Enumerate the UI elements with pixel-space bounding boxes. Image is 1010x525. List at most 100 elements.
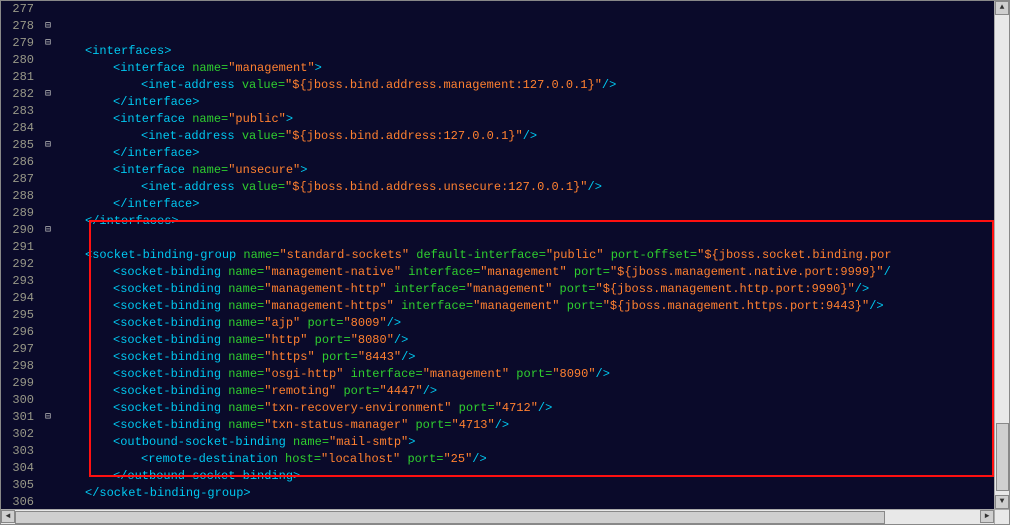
- scrollbar-corner: [994, 509, 1009, 524]
- code-line[interactable]: [57, 230, 1009, 247]
- fold-marker[interactable]: [39, 290, 57, 307]
- line-number: 279: [1, 35, 34, 52]
- line-number: 288: [1, 188, 34, 205]
- line-number: 278: [1, 18, 34, 35]
- code-line[interactable]: </interfaces>: [57, 213, 1009, 230]
- fold-marker[interactable]: [39, 188, 57, 205]
- fold-marker[interactable]: ⊟: [39, 409, 57, 426]
- line-number: 289: [1, 205, 34, 222]
- fold-marker[interactable]: [39, 52, 57, 69]
- fold-marker[interactable]: [39, 171, 57, 188]
- code-line[interactable]: <socket-binding name="txn-recovery-envir…: [57, 400, 1009, 417]
- fold-marker[interactable]: [39, 205, 57, 222]
- vertical-scroll-thumb[interactable]: [996, 423, 1009, 491]
- code-line[interactable]: </interface>: [57, 196, 1009, 213]
- line-number: 299: [1, 375, 34, 392]
- code-line[interactable]: <inet-address value="${jboss.bind.addres…: [57, 128, 1009, 145]
- line-number: 292: [1, 256, 34, 273]
- line-number-gutter: 2772782792802812822832842852862872882892…: [1, 1, 39, 509]
- code-editor[interactable]: 2772782792802812822832842852862872882892…: [1, 1, 1009, 509]
- line-number: 286: [1, 154, 34, 171]
- line-number: 283: [1, 103, 34, 120]
- vertical-scrollbar[interactable]: ▲ ▼: [994, 1, 1009, 509]
- fold-marker[interactable]: [39, 154, 57, 171]
- code-line[interactable]: <interface name="public">: [57, 111, 1009, 128]
- code-line[interactable]: </socket-binding-group>: [57, 485, 1009, 502]
- code-line[interactable]: [57, 502, 1009, 509]
- fold-marker[interactable]: [39, 103, 57, 120]
- scroll-down-arrow-icon[interactable]: ▼: [995, 495, 1009, 509]
- code-line[interactable]: <outbound-socket-binding name="mail-smtp…: [57, 434, 1009, 451]
- fold-marker[interactable]: [39, 443, 57, 460]
- fold-marker[interactable]: ⊟: [39, 35, 57, 52]
- horizontal-scroll-thumb[interactable]: [15, 511, 885, 524]
- line-number: 298: [1, 358, 34, 375]
- code-area[interactable]: <interfaces><interface name="management"…: [57, 1, 1009, 509]
- code-line[interactable]: <interface name="unsecure">: [57, 162, 1009, 179]
- fold-marker[interactable]: ⊟: [39, 86, 57, 103]
- code-line[interactable]: <socket-binding name="management-https" …: [57, 298, 1009, 315]
- fold-marker[interactable]: ⊟: [39, 137, 57, 154]
- line-number: 306: [1, 494, 34, 509]
- fold-marker[interactable]: [39, 375, 57, 392]
- line-number: 305: [1, 477, 34, 494]
- fold-marker[interactable]: [39, 426, 57, 443]
- scroll-right-arrow-icon[interactable]: ►: [980, 510, 994, 523]
- code-line[interactable]: <inet-address value="${jboss.bind.addres…: [57, 179, 1009, 196]
- scroll-left-arrow-icon[interactable]: ◄: [1, 510, 15, 523]
- line-number: 295: [1, 307, 34, 324]
- fold-marker[interactable]: [39, 307, 57, 324]
- line-number: 277: [1, 1, 34, 18]
- fold-marker[interactable]: [39, 494, 57, 509]
- fold-marker[interactable]: [39, 239, 57, 256]
- line-number: 300: [1, 392, 34, 409]
- line-number: 294: [1, 290, 34, 307]
- line-number: 303: [1, 443, 34, 460]
- code-line[interactable]: <socket-binding name="remoting" port="44…: [57, 383, 1009, 400]
- fold-marker[interactable]: [39, 324, 57, 341]
- fold-marker[interactable]: [39, 392, 57, 409]
- line-number: 282: [1, 86, 34, 103]
- code-line[interactable]: <socket-binding name="https" port="8443"…: [57, 349, 1009, 366]
- horizontal-scrollbar[interactable]: ◄►: [1, 509, 996, 524]
- fold-marker[interactable]: [39, 256, 57, 273]
- fold-marker[interactable]: [39, 358, 57, 375]
- line-number: 296: [1, 324, 34, 341]
- fold-marker[interactable]: [39, 460, 57, 477]
- line-number: 304: [1, 460, 34, 477]
- code-line[interactable]: <interface name="management">: [57, 60, 1009, 77]
- code-line[interactable]: <socket-binding name="management-http" i…: [57, 281, 1009, 298]
- fold-marker[interactable]: ⊟: [39, 18, 57, 35]
- code-line[interactable]: </interface>: [57, 145, 1009, 162]
- fold-marker[interactable]: [39, 1, 57, 18]
- line-number: 302: [1, 426, 34, 443]
- fold-marker[interactable]: ⊟: [39, 222, 57, 239]
- code-line[interactable]: <remote-destination host="localhost" por…: [57, 451, 1009, 468]
- line-number: 281: [1, 69, 34, 86]
- line-number: 293: [1, 273, 34, 290]
- code-line[interactable]: <socket-binding name="management-native"…: [57, 264, 1009, 281]
- line-number: 290: [1, 222, 34, 239]
- code-line[interactable]: <socket-binding name="http" port="8080"/…: [57, 332, 1009, 349]
- fold-marker[interactable]: [39, 69, 57, 86]
- fold-marker[interactable]: [39, 273, 57, 290]
- code-line[interactable]: <socket-binding-group name="standard-soc…: [57, 247, 1009, 264]
- code-line[interactable]: </interface>: [57, 94, 1009, 111]
- fold-marker[interactable]: [39, 477, 57, 494]
- line-number: 287: [1, 171, 34, 188]
- line-number: 284: [1, 120, 34, 137]
- fold-marker[interactable]: [39, 120, 57, 137]
- code-line[interactable]: <socket-binding name="osgi-http" interfa…: [57, 366, 1009, 383]
- code-line[interactable]: </outbound-socket-binding>: [57, 468, 1009, 485]
- line-number: 280: [1, 52, 34, 69]
- fold-column[interactable]: ⊟⊟⊟⊟⊟⊟: [39, 1, 57, 509]
- code-line[interactable]: <socket-binding name="txn-status-manager…: [57, 417, 1009, 434]
- line-number: 301: [1, 409, 34, 426]
- scroll-up-arrow-icon[interactable]: ▲: [995, 1, 1009, 15]
- code-line[interactable]: <interfaces>: [57, 43, 1009, 60]
- code-line[interactable]: <inet-address value="${jboss.bind.addres…: [57, 77, 1009, 94]
- code-line[interactable]: <socket-binding name="ajp" port="8009"/>: [57, 315, 1009, 332]
- fold-marker[interactable]: [39, 341, 57, 358]
- line-number: 291: [1, 239, 34, 256]
- line-number: 285: [1, 137, 34, 154]
